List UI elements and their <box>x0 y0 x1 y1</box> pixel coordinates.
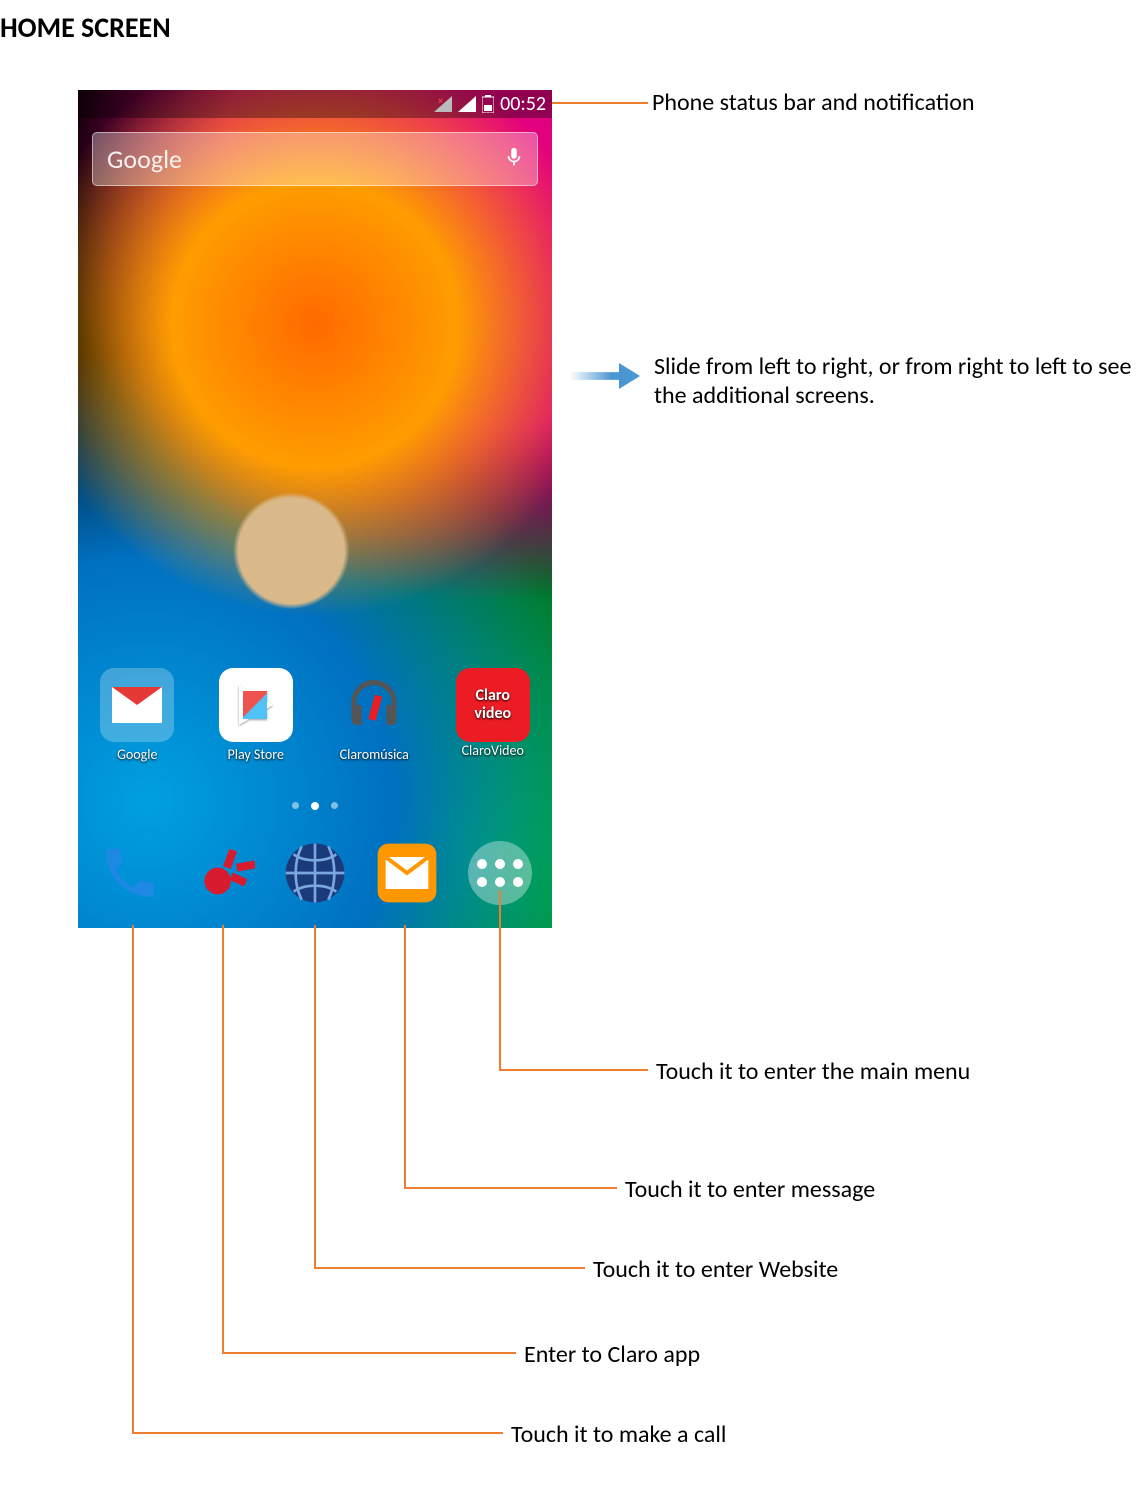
apps-menu-button[interactable] <box>460 833 540 913</box>
phone-screenshot: × 00:52 Google Google Play Store Claromú… <box>78 90 552 928</box>
battery-icon <box>482 95 494 113</box>
claro-video-icon: Claro video <box>456 668 530 742</box>
claro-burst-icon <box>191 841 255 905</box>
google-folder[interactable]: Google <box>87 668 187 763</box>
signal-icon <box>458 96 476 112</box>
app-label: ClaroVideo <box>462 742 524 759</box>
play-store-icon <box>219 668 293 742</box>
swipe-arrow-icon <box>570 363 640 389</box>
callout-main-menu: Touch it to enter the main menu <box>656 1057 970 1086</box>
envelope-icon <box>375 841 439 905</box>
search-placeholder: Google <box>107 143 503 175</box>
app-shortcut-row: Google Play Store Claromúsica Claro vide… <box>78 668 552 788</box>
dock <box>78 818 552 928</box>
callout-claro-app: Enter to Claro app <box>524 1340 700 1369</box>
browser-button[interactable] <box>275 833 355 913</box>
status-time: 00:52 <box>500 92 546 116</box>
callout-website: Touch it to enter Website <box>593 1255 838 1284</box>
claro-app-button[interactable] <box>183 833 263 913</box>
callout-message: Touch it to enter message <box>625 1175 875 1204</box>
play-store-app[interactable]: Play Store <box>206 668 306 763</box>
messages-button[interactable] <box>367 833 447 913</box>
callout-status-bar: Phone status bar and notification <box>652 88 974 117</box>
claromusica-app[interactable]: Claromúsica <box>324 668 424 763</box>
clarovideo-app[interactable]: Claro video ClaroVideo <box>443 668 543 759</box>
page-indicator <box>78 802 552 810</box>
page-title: HOME SCREEN <box>0 10 171 45</box>
app-label: Claromúsica <box>340 746 409 763</box>
globe-icon <box>283 841 347 905</box>
no-signal-icon: × <box>434 96 452 112</box>
status-bar[interactable]: × 00:52 <box>78 90 552 118</box>
svg-text:×: × <box>438 96 443 107</box>
app-label: Play Store <box>228 746 284 763</box>
phone-icon <box>98 841 162 905</box>
app-label: Google <box>117 746 157 763</box>
apps-grid-icon <box>468 841 532 905</box>
headphones-icon <box>337 668 411 742</box>
callout-slide: Slide from left to right, or from right … <box>654 352 1134 410</box>
gmail-icon <box>100 668 174 742</box>
phone-button[interactable] <box>90 833 170 913</box>
google-search-bar[interactable]: Google <box>92 132 538 186</box>
mic-icon[interactable] <box>503 143 523 175</box>
callout-call: Touch it to make a call <box>511 1420 726 1449</box>
